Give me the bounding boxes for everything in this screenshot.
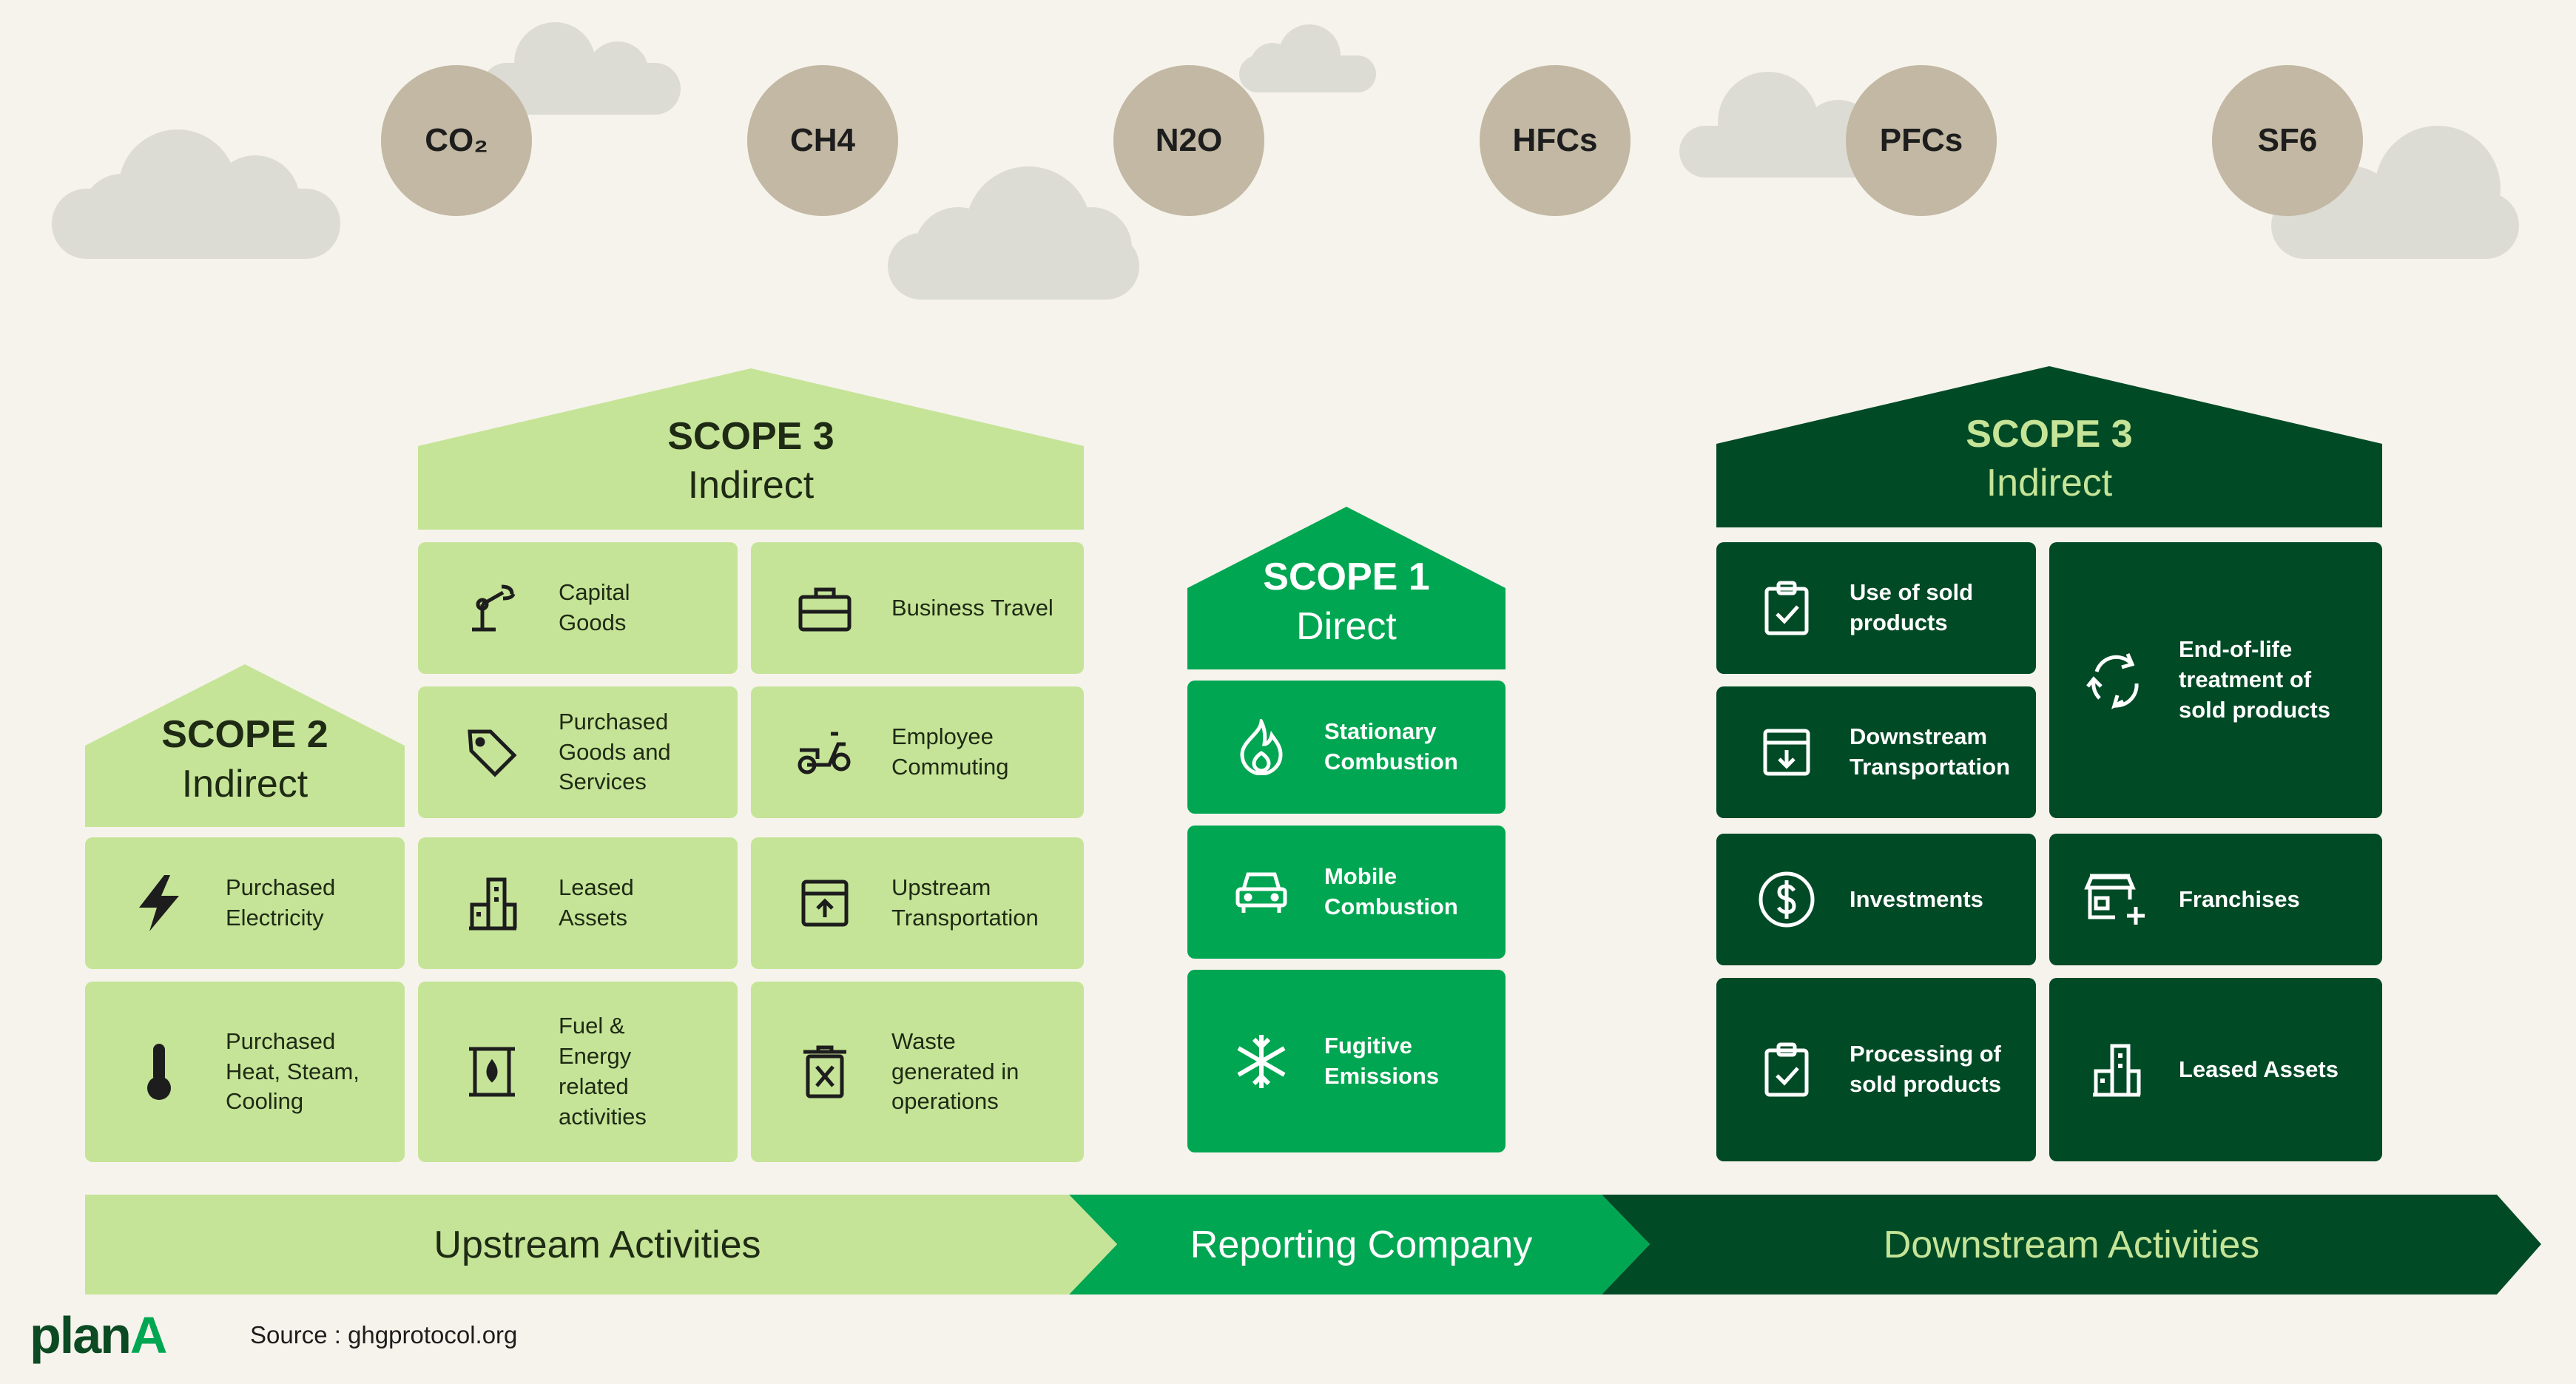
tile-label: Purchased Electricity xyxy=(226,874,336,931)
fuel-barrel-icon xyxy=(459,1039,525,1105)
tag-icon xyxy=(459,719,525,786)
cloud xyxy=(52,129,340,259)
tile-label: Fugitive Emissions xyxy=(1324,1032,1440,1089)
scope3-downstream-title: SCOPE 3 xyxy=(1966,413,2133,456)
gas-ch4: CH4 xyxy=(747,65,898,216)
tile-business-travel: Business Travel xyxy=(751,542,1084,674)
building-icon xyxy=(2083,1036,2149,1103)
tile-fuel-energy: Fuel & Energy related activities xyxy=(418,982,738,1162)
downstream-activities-label: Downstream Activities xyxy=(1883,1223,2260,1266)
scope3-downstream-header: SCOPE 3 Indirect xyxy=(1716,366,2382,527)
reporting-company-label: Reporting Company xyxy=(1190,1223,1533,1266)
tile-label: Leased Assets xyxy=(559,874,634,931)
scope3-upstream-subtitle: Indirect xyxy=(687,464,815,507)
tile-label: Purchased Goods and Services xyxy=(559,708,671,795)
download-box-icon xyxy=(1753,719,1820,786)
tile-label: Processing of sold products xyxy=(1850,1041,2001,1097)
tile-label: Capital Goods xyxy=(559,579,630,635)
tile-purchased-goods: Purchased Goods and Services xyxy=(418,686,738,818)
tile-end-of-life: End-of-life treatment of sold products xyxy=(2049,542,2382,818)
clipboard-check-icon xyxy=(1753,575,1820,641)
gas-co2: CO₂ xyxy=(381,65,532,216)
logo-text-accent: A xyxy=(129,1306,168,1364)
gas-n2o: N2O xyxy=(1113,65,1264,216)
car-icon xyxy=(1228,859,1295,925)
tile-label: Use of sold products xyxy=(1850,579,1974,635)
waste-bin-icon xyxy=(792,1039,858,1105)
tile-label: Mobile Combustion xyxy=(1324,863,1458,919)
briefcase-icon xyxy=(792,575,858,641)
scope1-title: SCOPE 1 xyxy=(1263,556,1430,598)
tile-franchises: Franchises xyxy=(2049,834,2382,965)
gas-sf6: SF6 xyxy=(2212,65,2363,216)
tile-label: Upstream Transportation xyxy=(891,874,1039,931)
tile-label: Investments xyxy=(1850,885,1983,912)
tile-label: End-of-life treatment of sold products xyxy=(2179,636,2330,723)
upstream-activities-label: Upstream Activities xyxy=(434,1223,761,1266)
store-plus-icon xyxy=(2083,866,2149,933)
scope3-downstream-subtitle: Indirect xyxy=(1986,462,2113,504)
snowflake-icon xyxy=(1228,1028,1295,1095)
tile-fugitive-emissions: Fugitive Emissions xyxy=(1187,970,1506,1152)
tile-processing-of-sold-products: Processing of sold products xyxy=(1716,978,2036,1161)
tile-label: Employee Commuting xyxy=(891,723,1009,780)
tile-downstream-transportation: Downstream Transportation xyxy=(1716,686,2036,818)
upload-box-icon xyxy=(792,870,858,936)
gas-hfcs: HFCs xyxy=(1480,65,1631,216)
plana-logo: planA xyxy=(30,1306,168,1365)
tile-label: Business Travel xyxy=(891,594,1053,621)
tile-stationary-combustion: Stationary Combustion xyxy=(1187,681,1506,814)
tile-label: Stationary Combustion xyxy=(1324,718,1458,774)
scope2-subtitle: Indirect xyxy=(181,763,308,806)
clipboard-check-icon xyxy=(1753,1036,1820,1103)
lightning-icon xyxy=(126,870,192,936)
logo-text: plan xyxy=(30,1306,132,1364)
scope1-header: SCOPE 1 Direct xyxy=(1187,507,1506,669)
tile-waste: Waste generated in operations xyxy=(751,982,1084,1162)
tile-purchased-heat: Purchased Heat, Steam, Cooling xyxy=(85,982,405,1162)
tile-employee-commuting: Employee Commuting xyxy=(751,686,1084,818)
tile-upstream-transportation: Upstream Transportation xyxy=(751,837,1084,969)
scooter-icon xyxy=(792,719,858,786)
thermometer-icon xyxy=(126,1039,192,1105)
robot-arm-icon xyxy=(459,575,525,641)
recycle-icon xyxy=(2083,647,2149,714)
cloud xyxy=(888,166,1139,300)
source-note: Source : ghgprotocol.org xyxy=(250,1321,518,1348)
tile-leased-assets-downstream: Leased Assets xyxy=(2049,978,2382,1161)
tile-label: Leased Assets xyxy=(2179,1056,2339,1082)
gas-pfcs: PFCs xyxy=(1846,65,1997,216)
tile-label: Waste generated in operations xyxy=(891,1027,1019,1115)
tile-investments: Investments xyxy=(1716,834,2036,965)
tile-label: Purchased Heat, Steam, Cooling xyxy=(226,1027,360,1115)
cloud xyxy=(1239,24,1376,92)
tile-label: Fuel & Energy related activities xyxy=(559,1013,647,1130)
tile-label: Franchises xyxy=(2179,885,2300,912)
tile-use-of-sold-products: Use of sold products xyxy=(1716,542,2036,674)
scope2-header: SCOPE 2 Indirect xyxy=(85,664,405,827)
scope3-upstream-header: SCOPE 3 Indirect xyxy=(418,368,1084,530)
scope3-upstream-title: SCOPE 3 xyxy=(667,415,834,458)
scope2-title: SCOPE 2 xyxy=(161,713,328,756)
flame-icon xyxy=(1228,714,1295,780)
tile-mobile-combustion: Mobile Combustion xyxy=(1187,826,1506,959)
tile-capital-goods: Capital Goods xyxy=(418,542,738,674)
tile-leased-assets: Leased Assets xyxy=(418,837,738,969)
scope1-subtitle: Direct xyxy=(1296,605,1397,648)
tile-label: Downstream Transportation xyxy=(1850,723,2011,780)
dollar-icon xyxy=(1753,866,1820,933)
building-icon xyxy=(459,870,525,936)
tile-purchased-electricity: Purchased Electricity xyxy=(85,837,405,969)
